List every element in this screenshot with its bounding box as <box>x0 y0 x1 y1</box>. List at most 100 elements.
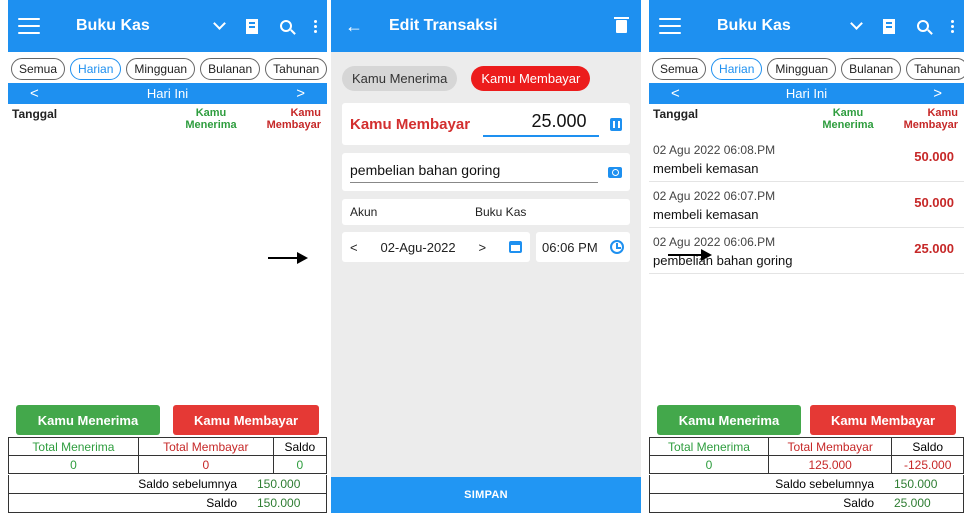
amount-label: Kamu Membayar <box>350 115 471 133</box>
day-label: Hari Ini <box>146 86 189 101</box>
period-filter: Semua Harian Mingguan Bulanan Tahunan <box>649 52 964 83</box>
row-date: 02 Agu 2022 06:06.PM <box>653 235 776 249</box>
col-in: Kamu Menerima <box>822 107 874 131</box>
filter-semua[interactable]: Semua <box>11 58 66 80</box>
filter-bulanan[interactable]: Bulanan <box>841 58 902 80</box>
row-amount: 25.000 <box>914 241 954 256</box>
filter-harian[interactable]: Harian <box>711 58 763 80</box>
table-header: Tanggal Kamu Menerima Kamu Membayar <box>8 104 327 131</box>
save-button[interactable]: SIMPAN <box>331 477 641 513</box>
prev-date-icon[interactable]: < <box>350 240 358 255</box>
next-date-icon[interactable]: > <box>479 240 487 255</box>
app-bar: ← Edit Transaksi <box>331 0 641 52</box>
prev-balance-value: 150.000 <box>257 477 301 491</box>
account-label: Akun <box>350 205 378 219</box>
col-date: Tanggal <box>653 107 699 121</box>
amount-card: Kamu Membayar 25.000 <box>342 103 630 145</box>
prev-balance-label: Saldo sebelumnya <box>775 477 874 491</box>
balance-row: Saldo 25.000 <box>649 494 964 513</box>
search-icon[interactable] <box>280 20 292 32</box>
prev-balance-label: Saldo sebelumnya <box>138 477 237 491</box>
app-bar: Buku Kas <box>8 0 327 52</box>
back-arrow-icon[interactable]: ← <box>345 16 363 37</box>
col-out: Kamu Membayar <box>903 107 958 131</box>
saldo-value: -125.000 <box>891 455 964 474</box>
row-date: 02 Agu 2022 06:07.PM <box>653 189 776 203</box>
clock-icon[interactable] <box>610 240 624 254</box>
saldo-label: Saldo <box>891 437 964 456</box>
filter-tahunan[interactable]: Tahunan <box>906 58 964 80</box>
saldo-label: Saldo <box>272 437 327 456</box>
camera-icon[interactable] <box>608 166 622 178</box>
prev-balance-row: Saldo sebelumnya 150.000 <box>8 475 327 494</box>
table-row[interactable]: 02 Agu 2022 06:08.PM membeli kemasan 50.… <box>649 136 964 182</box>
table-row[interactable]: 02 Agu 2022 06:07.PM membeli kemasan 50.… <box>649 182 964 228</box>
col-in: Kamu Menerima <box>185 107 237 131</box>
app-title: Buku Kas <box>717 17 791 34</box>
next-day-icon[interactable]: > <box>296 85 305 102</box>
row-desc: membeli kemasan <box>653 207 759 222</box>
search-icon[interactable] <box>917 20 929 32</box>
balance-label: Saldo <box>843 496 874 510</box>
toggle-receive[interactable]: Kamu Menerima <box>342 66 458 91</box>
time-value: 06:06 PM <box>542 239 598 255</box>
screen-edit-transaction: ← Edit Transaksi Kamu Menerima Kamu Memb… <box>331 0 641 513</box>
chevron-down-icon[interactable] <box>850 17 863 30</box>
next-day-icon[interactable]: > <box>933 85 942 102</box>
date-picker[interactable]: < 02-Agu-2022 > <box>342 232 530 262</box>
app-bar: Buku Kas <box>649 0 964 52</box>
saldo-value: 0 <box>272 455 327 474</box>
app-title: Buku Kas <box>76 17 150 34</box>
amount-input[interactable]: 25.000 <box>482 111 599 137</box>
balance-value: 150.000 <box>257 496 301 510</box>
account-card[interactable]: Akun Buku Kas <box>342 199 630 225</box>
arrow-annotation <box>268 252 308 264</box>
col-date: Tanggal <box>12 107 58 121</box>
pay-button[interactable]: Kamu Membayar <box>810 405 956 435</box>
prev-day-icon[interactable]: < <box>30 85 39 102</box>
calendar-icon[interactable] <box>508 241 522 253</box>
receive-button[interactable]: Kamu Menerima <box>657 405 801 435</box>
more-icon[interactable] <box>951 19 954 33</box>
row-date: 02 Agu 2022 06:08.PM <box>653 143 776 157</box>
toggle-pay[interactable]: Kamu Membayar <box>471 66 591 91</box>
total-out-label: Total Membayar <box>767 437 893 456</box>
filter-harian[interactable]: Harian <box>70 58 122 80</box>
time-picker[interactable]: 06:06 PM <box>536 232 630 262</box>
filter-tahunan[interactable]: Tahunan <box>265 58 327 80</box>
report-icon[interactable] <box>883 18 895 34</box>
date-value: 02-Agu-2022 <box>380 239 456 255</box>
table-row[interactable]: 02 Agu 2022 06:06.PM pembelian bahan gor… <box>649 228 964 274</box>
calculator-icon[interactable] <box>609 117 622 131</box>
filter-mingguan[interactable]: Mingguan <box>126 58 196 80</box>
filter-semua[interactable]: Semua <box>652 58 707 80</box>
screen-home-after: Buku Kas Semua Harian Mingguan Bulanan T… <box>649 0 964 513</box>
row-amount: 50.000 <box>914 195 954 210</box>
totals-table: Total Menerima Total Membayar Saldo 0 0 … <box>8 437 327 474</box>
menu-icon[interactable] <box>18 18 40 34</box>
balance-label: Saldo <box>206 496 237 510</box>
filter-bulanan[interactable]: Bulanan <box>200 58 261 80</box>
total-in-value: 0 <box>8 455 139 474</box>
trash-icon[interactable] <box>614 16 629 33</box>
col-out: Kamu Membayar <box>266 107 321 131</box>
more-icon[interactable] <box>314 19 317 33</box>
total-out-label: Total Membayar <box>137 437 274 456</box>
receive-button[interactable]: Kamu Menerima <box>16 405 160 435</box>
arrow-annotation <box>668 249 712 261</box>
account-value: Buku Kas <box>475 205 527 219</box>
day-navigator: < Hari Ini > <box>649 83 964 104</box>
prev-balance-value: 150.000 <box>894 477 938 491</box>
note-input[interactable]: pembelian bahan goring <box>350 162 598 183</box>
prev-day-icon[interactable]: < <box>671 85 680 102</box>
table-header: Tanggal Kamu Menerima Kamu Membayar <box>649 104 964 131</box>
pay-button[interactable]: Kamu Membayar <box>173 405 319 435</box>
page-title: Edit Transaksi <box>389 17 498 34</box>
menu-icon[interactable] <box>659 18 681 34</box>
day-navigator: < Hari Ini > <box>8 83 327 104</box>
filter-mingguan[interactable]: Mingguan <box>767 58 837 80</box>
row-desc: membeli kemasan <box>653 161 759 176</box>
balance-value: 25.000 <box>894 496 931 510</box>
chevron-down-icon[interactable] <box>213 17 226 30</box>
report-icon[interactable] <box>246 18 258 34</box>
